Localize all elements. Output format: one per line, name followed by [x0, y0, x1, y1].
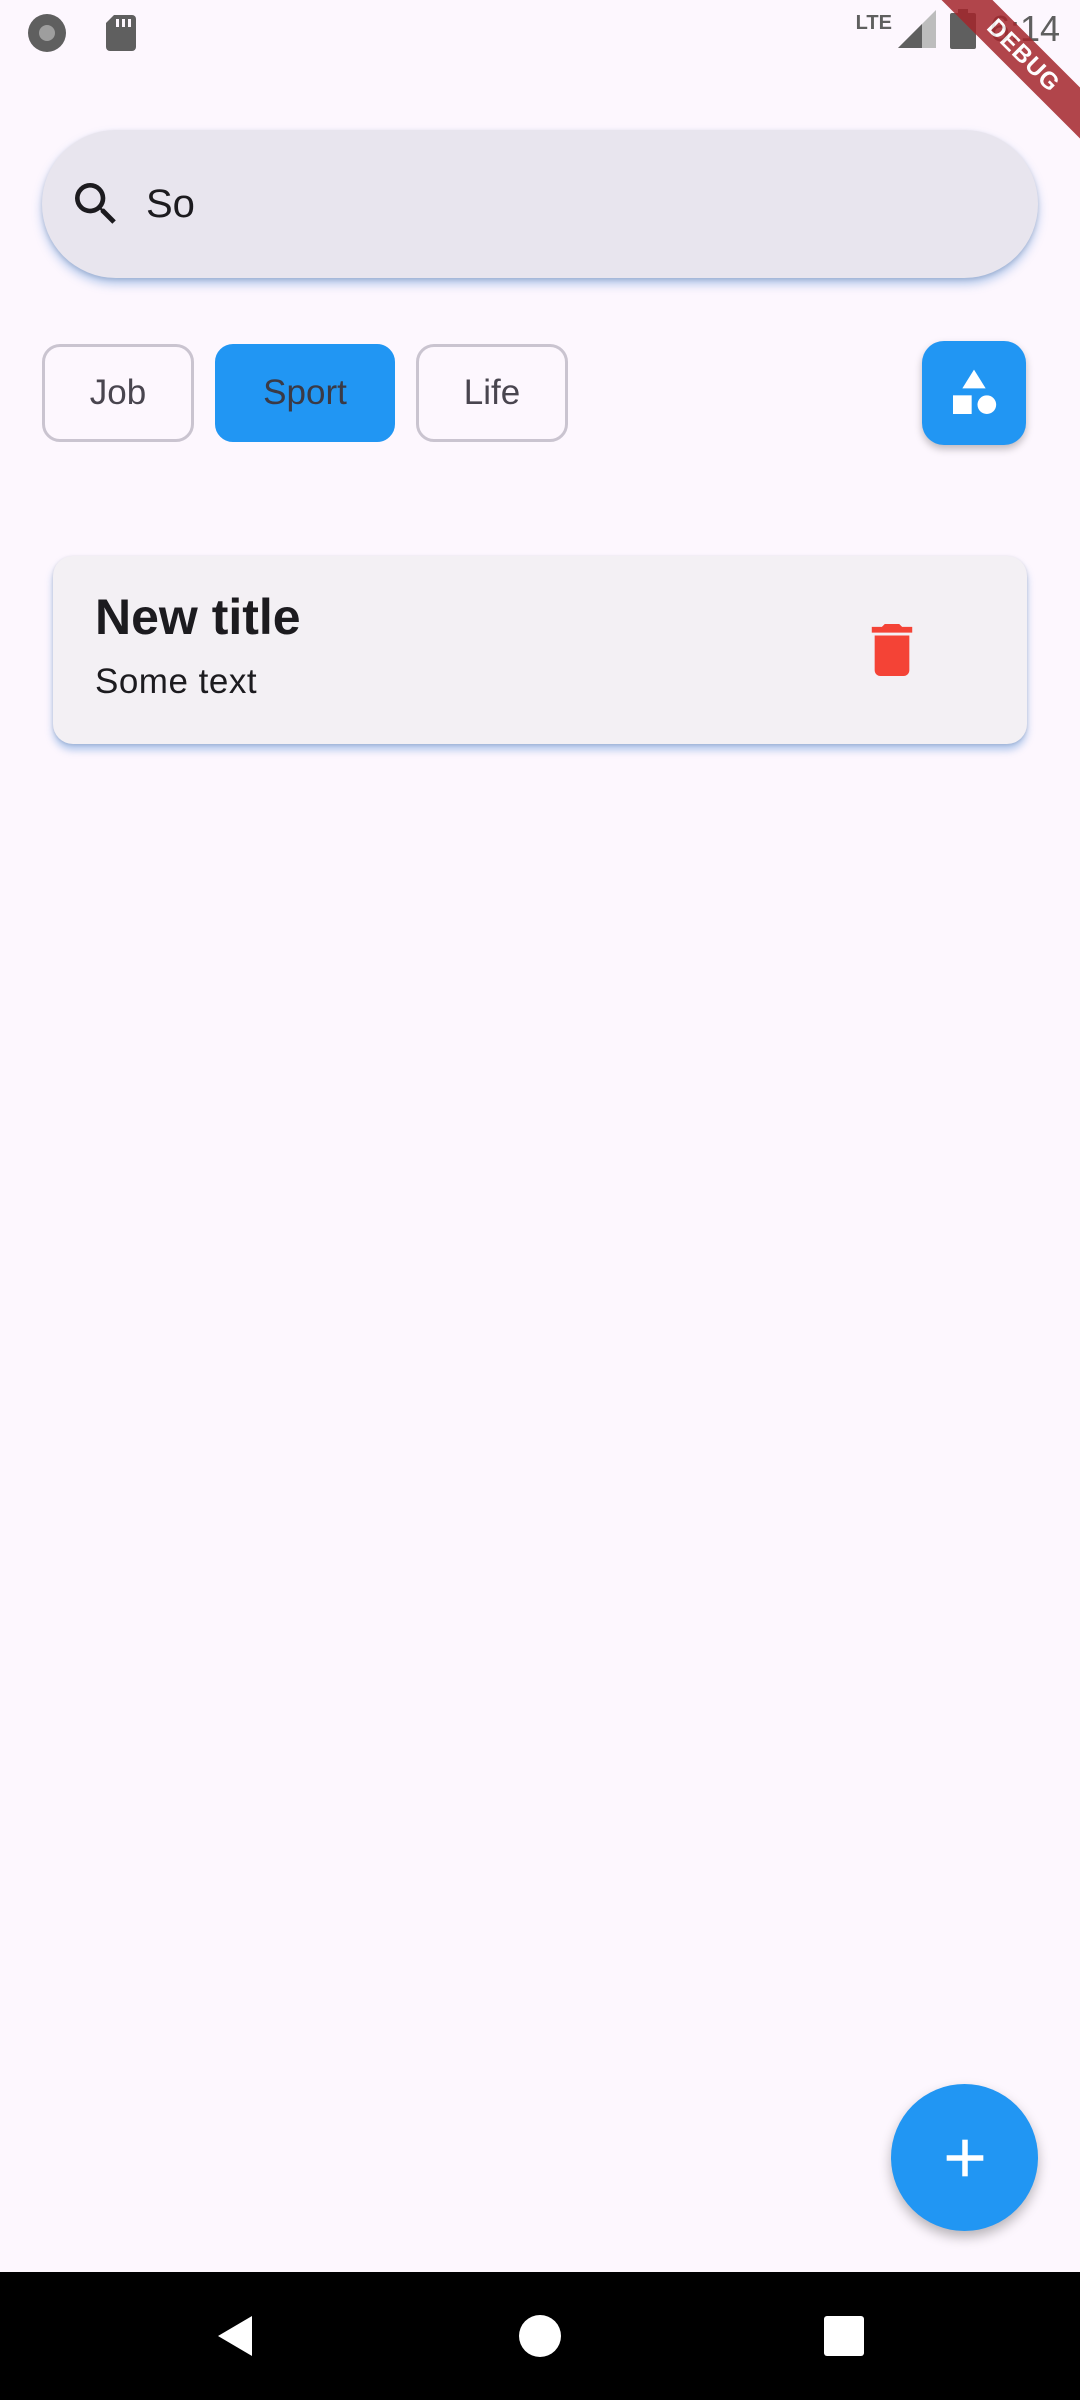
home-icon[interactable]: [519, 2315, 561, 2357]
plus-icon: [946, 2139, 983, 2176]
recording-icon: [28, 14, 66, 52]
search-input[interactable]: [146, 174, 1006, 234]
recents-icon[interactable]: [824, 2316, 864, 2356]
app-screen: LTE 6:14 DEBUG Job Sport Life: [0, 0, 1080, 2400]
note-title: New title: [95, 589, 301, 645]
filter-chip-label: Job: [89, 373, 147, 412]
note-text: Some text: [95, 662, 258, 701]
trash-icon: [871, 624, 913, 676]
sd-card-icon: [106, 15, 136, 51]
add-note-button[interactable]: [891, 2084, 1038, 2231]
status-clock: 6:14: [989, 8, 1060, 49]
status-left: [28, 14, 136, 52]
back-icon[interactable]: [214, 2314, 258, 2358]
filter-chip-label: Life: [463, 373, 521, 412]
battery-icon: [949, 9, 976, 49]
filter-chip-label: Sport: [263, 373, 347, 412]
status-bar: LTE 6:14: [0, 0, 1080, 64]
filter-chip-job[interactable]: Job: [42, 344, 194, 442]
shapes-icon: [953, 369, 997, 414]
search-bar[interactable]: [42, 130, 1038, 278]
delete-note-button[interactable]: [864, 622, 920, 678]
filter-chip-life[interactable]: Life: [416, 344, 568, 442]
status-right: LTE 6:14: [856, 8, 1060, 50]
network-type-label: LTE: [855, 12, 892, 34]
filter-chip-sport[interactable]: Sport: [215, 344, 395, 442]
note-card[interactable]: New title Some text: [53, 556, 1027, 744]
signal-icon: [897, 10, 936, 48]
categories-button[interactable]: [922, 341, 1026, 445]
system-nav-bar: [0, 2272, 1080, 2400]
search-icon: [75, 183, 116, 224]
